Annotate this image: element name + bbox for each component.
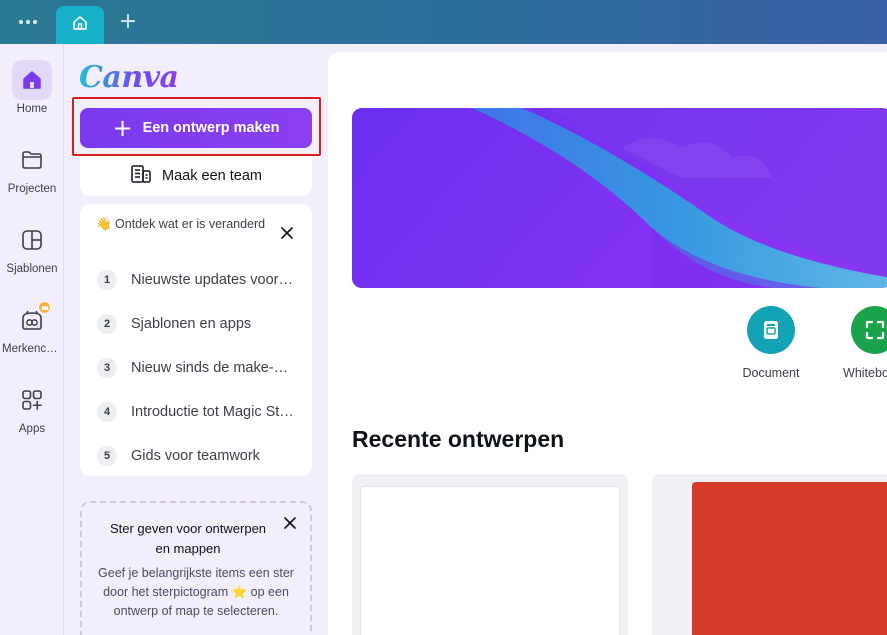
discover-item[interactable]: 5 Gids voor teamwork	[97, 434, 297, 478]
discover-item[interactable]: 3 Nieuw sinds de make-over	[97, 346, 297, 390]
home-tab[interactable]	[56, 6, 104, 44]
hero-banner[interactable]	[352, 108, 887, 288]
discover-item-label: Nieuw sinds de make-over	[131, 360, 295, 376]
recent-design-card[interactable]	[352, 474, 628, 635]
step-number: 4	[97, 402, 117, 422]
discover-item[interactable]: 4 Introductie tot Magic Studio	[97, 390, 297, 434]
folder-icon	[12, 140, 52, 180]
home-icon	[71, 14, 89, 37]
canva-logo[interactable]: Canva	[79, 60, 179, 95]
discover-item[interactable]: 1 Nieuwste updates voor Canva	[97, 258, 297, 302]
rail-label-sjablonen: Sjablonen	[6, 263, 58, 275]
recent-designs-title: Recente ontwerpen	[352, 426, 565, 452]
quick-action-label: Document	[742, 366, 800, 380]
team-building-icon	[130, 164, 152, 188]
discover-card: 👋 Ontdek wat er is veranderd 1 Nieuwste u…	[80, 204, 312, 476]
quick-action-document[interactable]: Document	[721, 306, 821, 380]
rail-label-home: Home	[16, 103, 48, 115]
discover-item-label: Nieuwste updates voor Canva	[131, 272, 295, 288]
discover-title: 👋 Ontdek wat er is veranderd	[96, 217, 266, 231]
starred-tip-title: Ster geven voor ontwerpen en mappen	[109, 521, 267, 556]
title-bar: +	[0, 0, 887, 44]
rail-item-merkencentrum[interactable]: Merkencentrum	[0, 300, 64, 355]
side-panel: Canva + Een ontwerp maken Maak een team …	[65, 44, 327, 635]
step-number: 2	[97, 314, 117, 334]
discover-list: 1 Nieuwste updates voor Canva 2 Sjablonen …	[97, 258, 297, 478]
rail-label-merkencentrum: Merkencentrum	[2, 343, 64, 355]
rail-item-apps[interactable]: Apps	[0, 380, 64, 435]
discover-item-label: Sjablonen en apps	[131, 316, 252, 332]
home-icon	[12, 60, 52, 100]
step-number: 3	[97, 358, 117, 378]
discover-item-label: Gids voor teamwork	[131, 448, 260, 464]
main-content: Document Whiteboard Recente ontwerpen	[328, 52, 887, 635]
close-icon[interactable]	[278, 224, 296, 242]
whiteboard-icon	[851, 306, 887, 354]
new-tab-plus-icon[interactable]: +	[116, 10, 140, 34]
starred-tip-card: Ster geven voor ontwerpen en mappen Geef…	[80, 501, 312, 635]
starred-tip-body: Geef je belangrijkste items een ster doo…	[98, 566, 294, 618]
left-rail: Home Projecten Sjablonen Merkencentrum A…	[0, 44, 64, 635]
step-number: 1	[97, 270, 117, 290]
quick-action-whiteboard[interactable]: Whiteboard	[825, 306, 887, 380]
crown-icon	[38, 301, 51, 314]
rail-label-projecten: Projecten	[7, 183, 57, 195]
create-design-label: Een ontwerp maken	[142, 120, 280, 136]
design-thumbnail	[360, 486, 620, 635]
rail-item-projecten[interactable]: Projecten	[0, 140, 64, 195]
create-team-button[interactable]: Maak een team	[80, 156, 312, 196]
rail-label-apps: Apps	[18, 423, 46, 435]
rail-item-sjablonen[interactable]: Sjablonen	[0, 220, 64, 275]
close-icon[interactable]	[281, 514, 299, 532]
plus-icon: +	[112, 114, 133, 142]
templates-icon	[12, 220, 52, 260]
rail-item-home[interactable]: Home	[0, 60, 64, 115]
create-team-label: Maak een team	[162, 168, 262, 184]
brand-icon	[12, 300, 52, 340]
step-number: 5	[97, 446, 117, 466]
discover-item-label: Introductie tot Magic Studio	[131, 404, 295, 420]
document-icon	[747, 306, 795, 354]
quick-action-label: Whiteboard	[843, 366, 887, 380]
design-thumbnail	[692, 482, 887, 635]
recent-design-card[interactable]	[652, 474, 887, 635]
apps-icon	[12, 380, 52, 420]
create-design-button[interactable]: + Een ontwerp maken	[80, 108, 312, 148]
discover-item[interactable]: 2 Sjablonen en apps	[97, 302, 297, 346]
more-horizontal-icon[interactable]	[14, 13, 42, 31]
